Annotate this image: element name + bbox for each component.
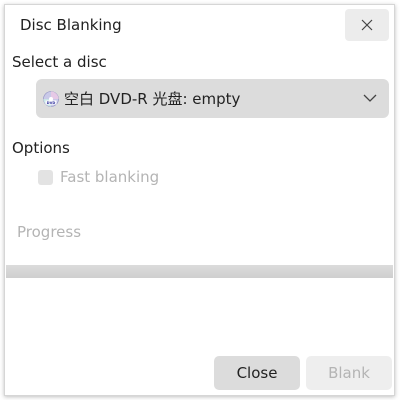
fast-blanking-checkbox[interactable] — [38, 169, 53, 185]
dialog-title: Disc Blanking — [20, 16, 122, 34]
options-label: Options — [12, 139, 70, 157]
close-button[interactable]: Close — [214, 356, 300, 390]
progress-bar — [6, 265, 393, 278]
dvd-disc-icon: DVD — [43, 90, 59, 107]
close-icon — [361, 19, 373, 31]
select-disc-label: Select a disc — [12, 53, 107, 71]
fast-blanking-option[interactable]: Fast blanking — [38, 168, 159, 186]
window-close-button[interactable] — [345, 9, 389, 41]
blank-button[interactable]: Blank — [306, 356, 392, 390]
fast-blanking-label: Fast blanking — [60, 168, 160, 186]
disc-blanking-dialog: Disc Blanking Select a disc DVD 空白 DVD-R… — [4, 4, 395, 396]
progress-label: Progress — [17, 223, 82, 241]
svg-text:DVD: DVD — [47, 100, 56, 104]
titlebar: Disc Blanking — [5, 5, 394, 47]
chevron-down-icon — [363, 94, 377, 102]
selected-disc-value: 空白 DVD-R 光盘: empty — [64, 90, 241, 108]
disc-select-combo[interactable]: DVD 空白 DVD-R 光盘: empty — [36, 79, 389, 118]
